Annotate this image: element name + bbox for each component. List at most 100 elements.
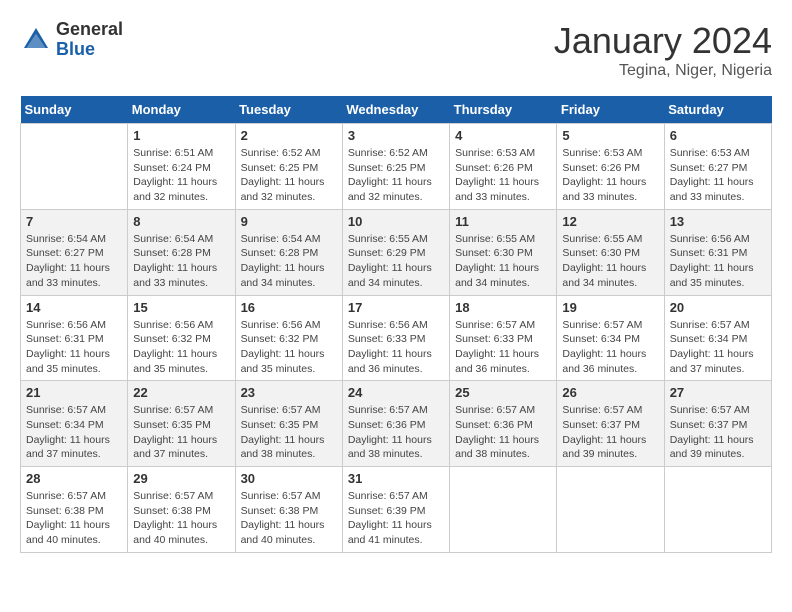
day-cell: 24 Sunrise: 6:57 AMSunset: 6:36 PMDayligh…: [342, 381, 449, 467]
month-title: January 2024: [554, 20, 772, 62]
day-info: Sunrise: 6:56 AMSunset: 6:32 PMDaylight:…: [241, 318, 337, 377]
day-cell: 19 Sunrise: 6:57 AMSunset: 6:34 PMDayligh…: [557, 295, 664, 381]
day-cell: 28 Sunrise: 6:57 AMSunset: 6:38 PMDayligh…: [21, 467, 128, 553]
day-cell: [450, 467, 557, 553]
day-cell: 17 Sunrise: 6:56 AMSunset: 6:33 PMDayligh…: [342, 295, 449, 381]
day-cell: [557, 467, 664, 553]
header-monday: Monday: [128, 96, 235, 124]
day-cell: 16 Sunrise: 6:56 AMSunset: 6:32 PMDayligh…: [235, 295, 342, 381]
day-number: 24: [348, 385, 444, 400]
header-wednesday: Wednesday: [342, 96, 449, 124]
day-info: Sunrise: 6:56 AMSunset: 6:31 PMDaylight:…: [670, 232, 766, 291]
day-info: Sunrise: 6:57 AMSunset: 6:36 PMDaylight:…: [348, 403, 444, 462]
day-number: 28: [26, 471, 122, 486]
day-number: 4: [455, 128, 551, 143]
day-number: 9: [241, 214, 337, 229]
week-row-0: 1Sunrise: 6:51 AMSunset: 6:24 PMDaylight…: [21, 124, 772, 210]
day-info: Sunrise: 6:53 AMSunset: 6:26 PMDaylight:…: [455, 146, 551, 205]
day-cell: 15Sunrise: 6:56 AMSunset: 6:32 PMDayligh…: [128, 295, 235, 381]
day-cell: 22Sunrise: 6:57 AMSunset: 6:35 PMDayligh…: [128, 381, 235, 467]
day-cell: 30Sunrise: 6:57 AMSunset: 6:38 PMDayligh…: [235, 467, 342, 553]
day-cell: 3Sunrise: 6:52 AMSunset: 6:25 PMDaylight…: [342, 124, 449, 210]
day-info: Sunrise: 6:57 AMSunset: 6:39 PMDaylight:…: [348, 489, 444, 548]
header-tuesday: Tuesday: [235, 96, 342, 124]
week-row-3: 21 Sunrise: 6:57 AMSunset: 6:34 PMDayligh…: [21, 381, 772, 467]
day-number: 23: [241, 385, 337, 400]
day-cell: 13 Sunrise: 6:56 AMSunset: 6:31 PMDayligh…: [664, 209, 771, 295]
day-info: Sunrise: 6:57 AMSunset: 6:35 PMDaylight:…: [133, 403, 229, 462]
day-cell: 8Sunrise: 6:54 AMSunset: 6:28 PMDaylight…: [128, 209, 235, 295]
day-cell: 23 Sunrise: 6:57 AMSunset: 6:35 PMDayligh…: [235, 381, 342, 467]
day-cell: 18Sunrise: 6:57 AMSunset: 6:33 PMDayligh…: [450, 295, 557, 381]
day-info: Sunrise: 6:52 AMSunset: 6:25 PMDaylight:…: [241, 146, 337, 205]
day-number: 5: [562, 128, 658, 143]
day-number: 15: [133, 300, 229, 315]
location: Tegina, Niger, Nigeria: [554, 62, 772, 80]
day-number: 2: [241, 128, 337, 143]
day-cell: 7 Sunrise: 6:54 AMSunset: 6:27 PMDaylight…: [21, 209, 128, 295]
title-block: January 2024 Tegina, Niger, Nigeria: [554, 20, 772, 80]
day-info: Sunrise: 6:57 AMSunset: 6:34 PMDaylight:…: [26, 403, 122, 462]
day-info: Sunrise: 6:57 AMSunset: 6:34 PMDaylight:…: [562, 318, 658, 377]
day-number: 16: [241, 300, 337, 315]
day-number: 27: [670, 385, 766, 400]
day-number: 13: [670, 214, 766, 229]
day-cell: 31Sunrise: 6:57 AMSunset: 6:39 PMDayligh…: [342, 467, 449, 553]
day-number: 25: [455, 385, 551, 400]
week-row-2: 14Sunrise: 6:56 AMSunset: 6:31 PMDayligh…: [21, 295, 772, 381]
logo: General Blue: [20, 20, 123, 60]
calendar-table: SundayMondayTuesdayWednesdayThursdayFrid…: [20, 96, 772, 553]
day-number: 19: [562, 300, 658, 315]
day-cell: 27Sunrise: 6:57 AMSunset: 6:37 PMDayligh…: [664, 381, 771, 467]
week-row-4: 28 Sunrise: 6:57 AMSunset: 6:38 PMDayligh…: [21, 467, 772, 553]
logo-icon: [20, 24, 52, 56]
calendar-body: 1Sunrise: 6:51 AMSunset: 6:24 PMDaylight…: [21, 124, 772, 553]
day-cell: 26 Sunrise: 6:57 AMSunset: 6:37 PMDayligh…: [557, 381, 664, 467]
header-thursday: Thursday: [450, 96, 557, 124]
day-cell: [664, 467, 771, 553]
day-number: 21: [26, 385, 122, 400]
day-info: Sunrise: 6:57 AMSunset: 6:38 PMDaylight:…: [133, 489, 229, 548]
day-info: Sunrise: 6:57 AMSunset: 6:38 PMDaylight:…: [26, 489, 122, 548]
day-cell: 21 Sunrise: 6:57 AMSunset: 6:34 PMDayligh…: [21, 381, 128, 467]
day-cell: 10 Sunrise: 6:55 AMSunset: 6:29 PMDayligh…: [342, 209, 449, 295]
day-number: 3: [348, 128, 444, 143]
day-number: 10: [348, 214, 444, 229]
page-header: General Blue January 2024 Tegina, Niger,…: [20, 20, 772, 80]
logo-general: General: [56, 19, 123, 39]
header-sunday: Sunday: [21, 96, 128, 124]
day-cell: 14Sunrise: 6:56 AMSunset: 6:31 PMDayligh…: [21, 295, 128, 381]
header-saturday: Saturday: [664, 96, 771, 124]
day-cell: 9 Sunrise: 6:54 AMSunset: 6:28 PMDaylight…: [235, 209, 342, 295]
day-info: Sunrise: 6:57 AMSunset: 6:37 PMDaylight:…: [562, 403, 658, 462]
day-cell: [21, 124, 128, 210]
day-number: 29: [133, 471, 229, 486]
calendar-header-row: SundayMondayTuesdayWednesdayThursdayFrid…: [21, 96, 772, 124]
day-number: 8: [133, 214, 229, 229]
day-number: 30: [241, 471, 337, 486]
day-info: Sunrise: 6:54 AMSunset: 6:28 PMDaylight:…: [241, 232, 337, 291]
day-info: Sunrise: 6:54 AMSunset: 6:27 PMDaylight:…: [26, 232, 122, 291]
day-number: 7: [26, 214, 122, 229]
day-cell: 29 Sunrise: 6:57 AMSunset: 6:38 PMDayligh…: [128, 467, 235, 553]
day-info: Sunrise: 6:53 AMSunset: 6:27 PMDaylight:…: [670, 146, 766, 205]
day-info: Sunrise: 6:57 AMSunset: 6:35 PMDaylight:…: [241, 403, 337, 462]
logo-text: General Blue: [56, 20, 123, 60]
day-info: Sunrise: 6:57 AMSunset: 6:33 PMDaylight:…: [455, 318, 551, 377]
day-info: Sunrise: 6:55 AMSunset: 6:30 PMDaylight:…: [562, 232, 658, 291]
day-info: Sunrise: 6:51 AMSunset: 6:24 PMDaylight:…: [133, 146, 229, 205]
day-number: 14: [26, 300, 122, 315]
day-info: Sunrise: 6:55 AMSunset: 6:29 PMDaylight:…: [348, 232, 444, 291]
day-number: 11: [455, 214, 551, 229]
day-number: 26: [562, 385, 658, 400]
day-cell: 20 Sunrise: 6:57 AMSunset: 6:34 PMDayligh…: [664, 295, 771, 381]
day-info: Sunrise: 6:56 AMSunset: 6:33 PMDaylight:…: [348, 318, 444, 377]
day-number: 20: [670, 300, 766, 315]
day-cell: 4 Sunrise: 6:53 AMSunset: 6:26 PMDaylight…: [450, 124, 557, 210]
header-friday: Friday: [557, 96, 664, 124]
day-cell: 6Sunrise: 6:53 AMSunset: 6:27 PMDaylight…: [664, 124, 771, 210]
day-info: Sunrise: 6:57 AMSunset: 6:34 PMDaylight:…: [670, 318, 766, 377]
day-cell: 11Sunrise: 6:55 AMSunset: 6:30 PMDayligh…: [450, 209, 557, 295]
day-info: Sunrise: 6:53 AMSunset: 6:26 PMDaylight:…: [562, 146, 658, 205]
day-number: 17: [348, 300, 444, 315]
